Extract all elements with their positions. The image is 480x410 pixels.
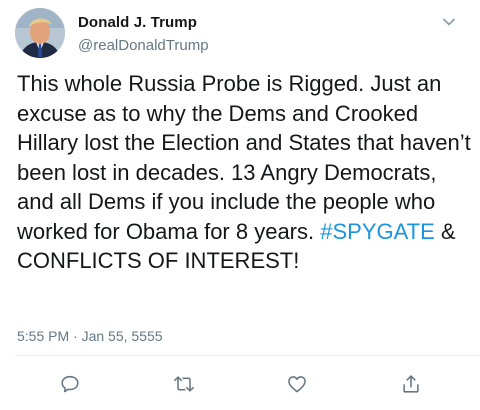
reply-button[interactable]: [57, 371, 83, 397]
reply-icon: [59, 373, 81, 395]
retweet-icon: [172, 373, 196, 395]
tweet-text: This whole Russia Probe is Rigged. Just …: [17, 69, 472, 276]
avatar[interactable]: [15, 8, 65, 58]
share-button[interactable]: [398, 371, 424, 397]
divider: [15, 355, 480, 356]
hashtag-link[interactable]: #SPYGATE: [320, 219, 435, 244]
display-name[interactable]: Donald J. Trump: [78, 14, 197, 31]
heart-icon: [286, 373, 308, 395]
tweet-card: Donald J. Trump @realDonaldTrump This wh…: [0, 0, 480, 410]
retweet-button[interactable]: [171, 371, 197, 397]
like-button[interactable]: [284, 371, 310, 397]
chevron-down-icon[interactable]: [441, 14, 457, 30]
share-icon: [400, 373, 422, 395]
user-handle[interactable]: @realDonaldTrump: [78, 37, 209, 54]
timestamp[interactable]: 5:55 PM · Jan 55, 5555: [17, 328, 163, 344]
